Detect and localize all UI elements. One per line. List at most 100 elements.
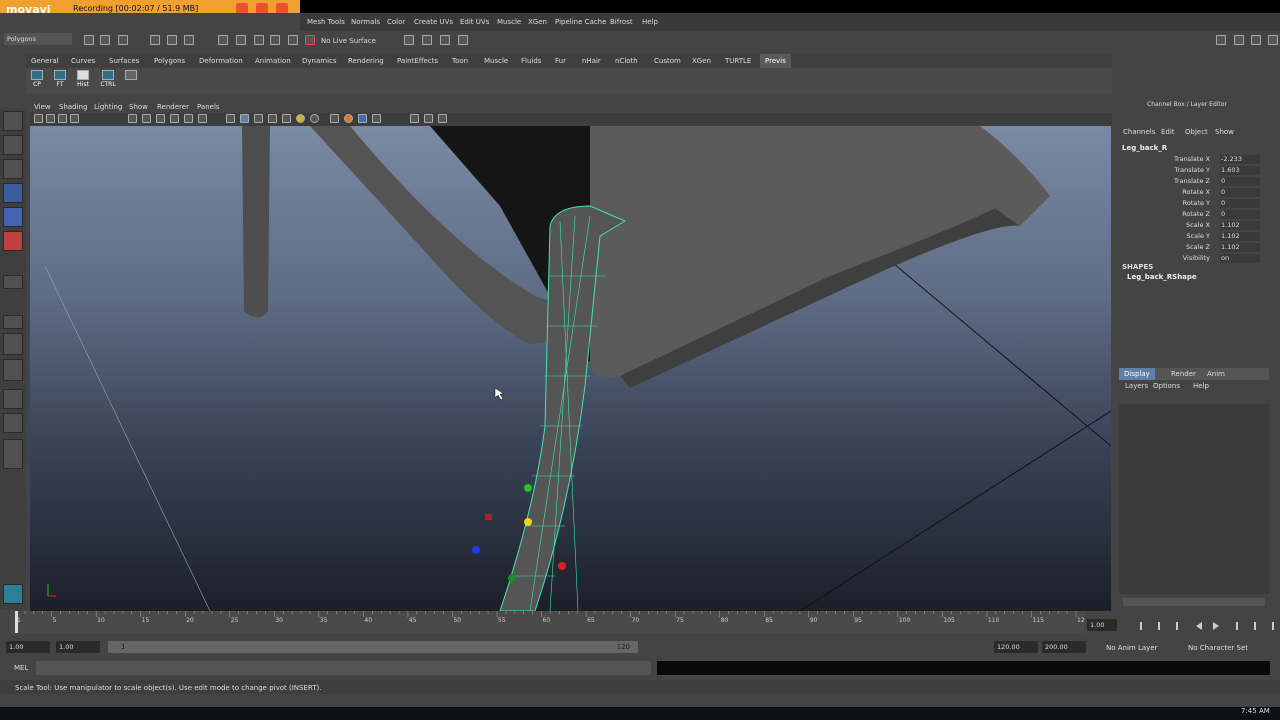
shelf-tab-fluids[interactable]: Fluids (516, 54, 546, 68)
shelf-tab-previs[interactable]: Previs (760, 54, 791, 68)
channel-box-menu-edit[interactable]: Edit (1161, 128, 1175, 136)
camera-select-icon[interactable] (34, 114, 43, 123)
rotate-tool-icon[interactable] (3, 207, 23, 227)
resolution-gate-icon[interactable] (156, 114, 165, 123)
shelf-tab-painteffects[interactable]: PaintEffects (392, 54, 443, 68)
shelf-button-cp[interactable]: CP (28, 70, 46, 92)
step-back-frame-button[interactable] (1176, 622, 1184, 630)
snap-grid-icon[interactable] (218, 35, 228, 45)
attr-value[interactable]: 1.102 (1220, 243, 1260, 252)
snap-point-icon[interactable] (254, 35, 264, 45)
current-frame-field[interactable]: 1.00 (1087, 619, 1117, 631)
shelf-button-ft[interactable]: FT (51, 70, 69, 92)
xray-icon[interactable] (410, 114, 419, 123)
layer-tab-anim[interactable]: Anim (1207, 370, 1225, 378)
shadows-icon[interactable] (296, 114, 305, 123)
perspective-viewport[interactable] (30, 126, 1111, 611)
panel-menu-panels[interactable]: Panels (197, 103, 220, 111)
attr-translate-x[interactable]: Translate X -2.233 (1115, 155, 1260, 165)
save-scene-icon[interactable] (118, 35, 128, 45)
command-input[interactable] (36, 661, 651, 675)
attr-rotate-z[interactable]: Rotate Z 0 (1115, 210, 1260, 220)
shelf-tab-dynamics[interactable]: Dynamics (297, 54, 342, 68)
scale-tool-icon[interactable] (3, 231, 23, 251)
render-frame-icon[interactable] (404, 35, 414, 45)
select-hierarchy-icon[interactable] (150, 35, 160, 45)
end-time-field[interactable]: 200.00 (1042, 641, 1086, 653)
layer-tab-render[interactable]: Render (1171, 370, 1196, 378)
shelf-tab-turtle[interactable]: TURTLE (720, 54, 756, 68)
attr-value[interactable]: 1.102 (1220, 221, 1260, 230)
range-slider[interactable]: 1 120 (108, 641, 638, 653)
shelf-button-pivot[interactable] (122, 70, 140, 92)
channel-box-menu-channels[interactable]: Channels (1123, 128, 1155, 136)
menu-normals[interactable]: Normals (351, 18, 380, 26)
move-tool-icon[interactable] (3, 183, 23, 203)
hypershade-icon[interactable] (458, 35, 468, 45)
menu-color[interactable]: Color (387, 18, 405, 26)
attribute-editor-icon[interactable] (1234, 35, 1244, 45)
shelf-tab-fur[interactable]: Fur (550, 54, 571, 68)
layer-menu-layers[interactable]: Layers (1125, 382, 1148, 390)
tool-settings-icon[interactable] (1251, 35, 1261, 45)
shelf-button-hist[interactable]: Hist (74, 70, 92, 92)
play-forward-button[interactable] (1213, 622, 1219, 630)
shelf-tab-rendering[interactable]: Rendering (343, 54, 389, 68)
attr-value[interactable]: -2.233 (1220, 155, 1260, 164)
textured-icon[interactable] (268, 114, 277, 123)
field-chart-icon[interactable] (184, 114, 193, 123)
attr-value[interactable]: 0 (1220, 188, 1260, 197)
shelf-tab-custom[interactable]: Custom (649, 54, 686, 68)
layer-menu-help[interactable]: Help (1193, 382, 1209, 390)
attr-value[interactable]: 1.102 (1220, 232, 1260, 241)
attr-translate-y[interactable]: Translate Y 1.603 (1115, 166, 1260, 176)
attr-translate-z[interactable]: Translate Z 0 (1115, 177, 1260, 187)
last-tool-icon[interactable] (3, 275, 23, 289)
panel-menu-lighting[interactable]: Lighting (94, 103, 122, 111)
select-tool-icon[interactable] (3, 111, 23, 131)
render-settings-icon[interactable] (440, 35, 450, 45)
menu-muscle[interactable]: Muscle (497, 18, 521, 26)
history-icon[interactable] (305, 35, 315, 45)
panel-menu-renderer[interactable]: Renderer (157, 103, 189, 111)
use-lights-icon[interactable] (282, 114, 291, 123)
play-backwards-button[interactable] (1196, 622, 1202, 630)
xray-joints-icon[interactable] (424, 114, 433, 123)
open-scene-icon[interactable] (100, 35, 110, 45)
attr-rotate-y[interactable]: Rotate Y 0 (1115, 199, 1260, 209)
panel-menu-shading[interactable]: Shading (59, 103, 87, 111)
shelf-tab-polygons[interactable]: Polygons (149, 54, 190, 68)
snap-view-icon[interactable] (270, 35, 280, 45)
isolate-select-icon[interactable] (330, 114, 339, 123)
ipr-render-icon[interactable] (422, 35, 432, 45)
film-gate-icon[interactable] (142, 114, 151, 123)
channel-box-toggle-icon[interactable] (1268, 35, 1278, 45)
character-set-selector[interactable]: No Character Set (1188, 644, 1248, 652)
menu-xgen[interactable]: XGen (528, 18, 547, 26)
time-slider[interactable]: 1 5 10 15 20 25 30 35 40 45 50 55 60 65 70 75 80 85 90 95 10… (10, 611, 1089, 633)
menu-help[interactable]: Help (642, 18, 658, 26)
grid-icon[interactable] (128, 114, 137, 123)
step-forward-key-button[interactable] (1248, 622, 1256, 630)
attr-scale-z[interactable]: Scale Z 1.102 (1115, 243, 1260, 253)
shelf-tab-deformation[interactable]: Deformation (194, 54, 248, 68)
xray-components-icon[interactable] (438, 114, 447, 123)
image-plane-icon[interactable] (70, 114, 79, 123)
mode-selector[interactable]: Polygons (4, 33, 72, 45)
paint-select-tool-icon[interactable] (3, 159, 23, 179)
attr-value[interactable]: on (1220, 254, 1260, 263)
menu-bifrost[interactable]: Bifrost (610, 18, 633, 26)
shelf-tab-ncloth[interactable]: nCloth (610, 54, 643, 68)
shelf-tab-muscle[interactable]: Muscle (479, 54, 513, 68)
channel-box-menu-object[interactable]: Object (1185, 128, 1208, 136)
motion-blur-icon[interactable] (344, 114, 353, 123)
shelf-tab-curves[interactable]: Curves (66, 54, 100, 68)
anim-layer-selector[interactable]: No Anim Layer (1106, 644, 1157, 652)
layer-scrollbar[interactable] (1123, 598, 1265, 606)
hypershade-layout-icon[interactable] (3, 439, 23, 469)
layer-tab-display[interactable]: Display (1119, 368, 1155, 380)
shelf-tab-general[interactable]: General (26, 54, 64, 68)
menu-mesh-tools[interactable]: Mesh Tools (307, 18, 345, 26)
object-name[interactable]: Leg_back_R (1122, 144, 1167, 152)
menu-pipeline-cache[interactable]: Pipeline Cache (555, 18, 606, 26)
